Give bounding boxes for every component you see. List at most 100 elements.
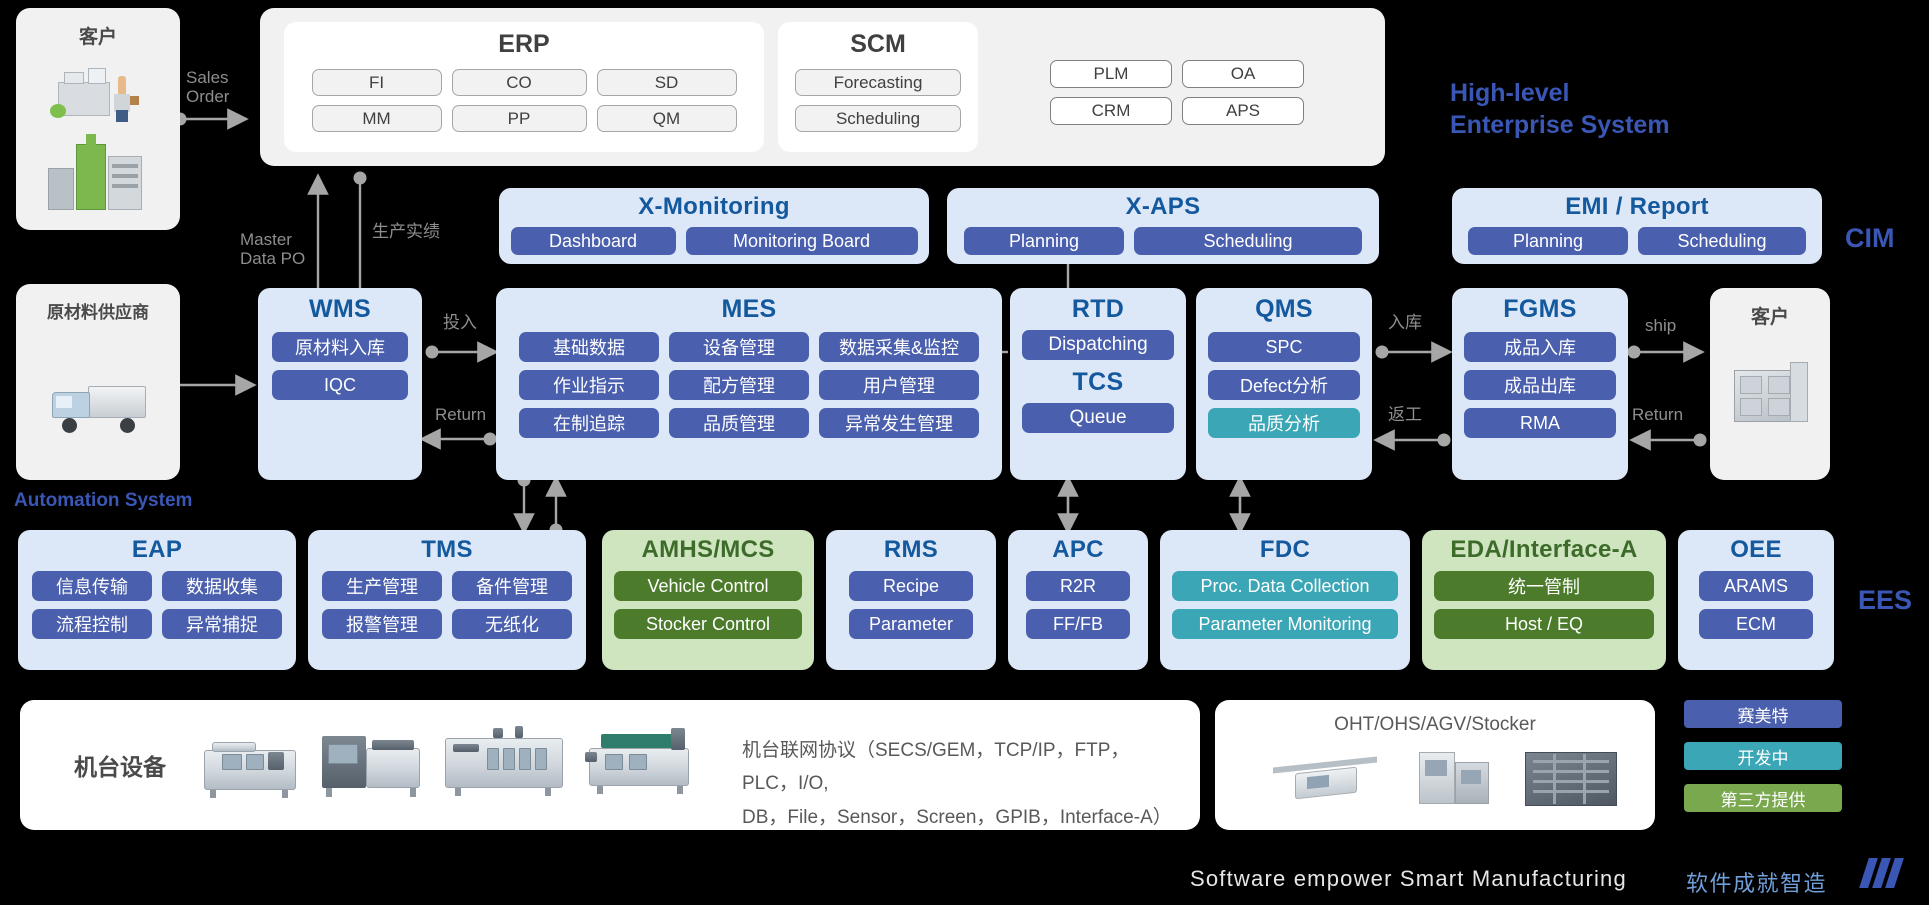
fgms-title: FGMS [1503,295,1577,323]
module-oee[interactable]: OEE ARAMS ECM [1678,530,1834,670]
label-production-actual: 生产实绩 [372,222,440,242]
chip-alarm-mgmt[interactable]: 报警管理 [322,609,442,639]
module-mes[interactable]: MES 基础数据 设备管理 数据采集&监控 作业指示 配方管理 用户管理 在制追… [496,288,1002,480]
module-amhs-mcs[interactable]: AMHS/MCS Vehicle Control Stocker Control [602,530,814,670]
chip-planning-aps[interactable]: Planning [964,227,1124,255]
chip-data-collection-eap[interactable]: 数据收集 [162,571,282,601]
module-fgms[interactable]: FGMS 成品入库 成品出库 RMA [1452,288,1628,480]
chip-dashboard[interactable]: Dashboard [510,227,676,255]
scm-chip-scheduling[interactable]: Scheduling [795,105,961,132]
plain-chip-plm[interactable]: PLM [1050,60,1172,88]
chip-r2r[interactable]: R2R [1026,571,1130,601]
chip-basic-data[interactable]: 基础数据 [519,332,659,362]
chip-quality-mgmt[interactable]: 品质管理 [669,408,809,438]
legend-chip-1[interactable]: 开发中 [1684,742,1842,770]
module-qms[interactable]: QMS SPC Defect分析 品质分析 [1196,288,1372,480]
rtd-title: RTD [1071,295,1125,323]
module-rms[interactable]: RMS Recipe Parameter [826,530,996,670]
customer-panel-left: 客户 [16,8,180,230]
cim-text: CIM [1845,223,1895,253]
label-return-left-text: Return [435,405,487,424]
chip-planning-emi[interactable]: Planning [1468,227,1628,255]
scm-chip-forecasting[interactable]: Forecasting [795,69,961,96]
chip-vehicle-control[interactable]: Vehicle Control [614,571,802,601]
erp-chip-qm[interactable]: QM [596,105,737,132]
rms-row-1: Recipe [826,571,996,601]
chip-scheduling-emi[interactable]: Scheduling [1638,227,1806,255]
chip-parameter[interactable]: Parameter [849,609,973,639]
module-x-aps[interactable]: X-APS Planning Scheduling [947,188,1379,264]
label-return-right-text: Return [1632,405,1684,424]
chip-parameter-monitoring[interactable]: Parameter Monitoring [1172,609,1398,639]
oee-title: OEE [1730,536,1782,563]
chip-fg-inbound[interactable]: 成品入库 [1464,332,1616,362]
plain-module-grid: PLM OA CRM APS [1050,60,1304,125]
chip-stocker-control[interactable]: Stocker Control [614,609,802,639]
ees-label: EES [1858,584,1912,618]
chip-production-mgmt[interactable]: 生产管理 [322,571,442,601]
brand-slashes-icon [1859,858,1904,888]
chip-exception-capture[interactable]: 异常捕捉 [162,609,282,639]
chip-quality-analysis[interactable]: 品质分析 [1208,408,1360,438]
module-wms[interactable]: WMS 原材料入库 IQC [258,288,422,480]
chip-data-collect-monitor[interactable]: 数据采集&监控 [819,332,979,362]
module-apc[interactable]: APC R2R FF/FB [1008,530,1148,670]
chip-queue[interactable]: Queue [1022,403,1174,433]
chip-ecm[interactable]: ECM [1699,609,1813,639]
erp-chip-sd[interactable]: SD [596,69,737,96]
plain-chip-crm[interactable]: CRM [1050,97,1172,125]
chip-host-eq[interactable]: Host / EQ [1434,609,1654,639]
erp-chip-co[interactable]: CO [451,69,587,96]
chip-recipe[interactable]: Recipe [849,571,973,601]
chip-scheduling-aps[interactable]: Scheduling [1134,227,1362,255]
chip-raw-material-in[interactable]: 原材料入库 [272,332,408,362]
module-eap[interactable]: EAP 信息传输 数据收集 流程控制 异常捕捉 [18,530,296,670]
chip-exception-mgmt[interactable]: 异常发生管理 [819,408,979,438]
legend-chip-2[interactable]: 第三方提供 [1684,784,1842,812]
chip-spc[interactable]: SPC [1208,332,1360,362]
footer-en: Software empower Smart Manufacturing [1190,866,1627,891]
chip-paperless[interactable]: 无纸化 [452,609,572,639]
chip-proc-data-collection[interactable]: Proc. Data Collection [1172,571,1398,601]
chip-monitoring-board[interactable]: Monitoring Board [685,227,918,255]
footer-cn: 软件成就智造 [1686,871,1828,896]
module-rtd-tcs[interactable]: RTD Dispatching TCS Queue [1010,288,1186,480]
chip-equipment-mgmt[interactable]: 设备管理 [669,332,809,362]
chip-ff-fb[interactable]: FF/FB [1026,609,1130,639]
plain-chip-aps[interactable]: APS [1182,97,1304,125]
tms-title: TMS [421,536,473,563]
module-eda-interface-a[interactable]: EDA/Interface-A 统一管制 Host / EQ [1422,530,1666,670]
chip-dispatching[interactable]: Dispatching [1022,330,1174,360]
chip-process-control[interactable]: 流程控制 [32,609,152,639]
emi-report-title: EMI / Report [1565,193,1709,220]
legend-chip-0[interactable]: 赛美特 [1684,700,1842,728]
label-inbound: 入库 [1388,313,1422,333]
eap-row-1: 信息传输 数据收集 [18,571,296,601]
module-x-monitoring[interactable]: X-Monitoring Dashboard Monitoring Board [499,188,929,264]
erp-chip-fi[interactable]: FI [311,69,442,96]
chip-user-mgmt[interactable]: 用户管理 [819,370,979,400]
module-tms[interactable]: TMS 生产管理 备件管理 报警管理 无纸化 [308,530,586,670]
chip-unified-control[interactable]: 统一管制 [1434,571,1654,601]
chip-recipe-mgmt[interactable]: 配方管理 [669,370,809,400]
label-input-text: 投入 [443,313,477,332]
chip-wip-tracking[interactable]: 在制追踪 [519,408,659,438]
erp-chip-pp[interactable]: PP [451,105,587,132]
chip-defect-analysis[interactable]: Defect分析 [1208,370,1360,400]
scm-row-2: Scheduling [778,105,978,132]
tms-row-2: 报警管理 无纸化 [308,609,586,639]
qms-title: QMS [1255,295,1313,323]
erp-title: ERP [498,30,550,58]
chip-iqc[interactable]: IQC [272,370,408,400]
machine-icon-4 [585,724,695,798]
module-emi-report[interactable]: EMI / Report Planning Scheduling [1452,188,1822,264]
plain-chip-oa[interactable]: OA [1182,60,1304,88]
chip-rma[interactable]: RMA [1464,408,1616,438]
module-fdc[interactable]: FDC Proc. Data Collection Parameter Moni… [1160,530,1410,670]
chip-spare-parts-mgmt[interactable]: 备件管理 [452,571,572,601]
chip-info-transfer[interactable]: 信息传输 [32,571,152,601]
chip-work-instruction[interactable]: 作业指示 [519,370,659,400]
chip-arams[interactable]: ARAMS [1699,571,1813,601]
chip-fg-outbound[interactable]: 成品出库 [1464,370,1616,400]
erp-chip-mm[interactable]: MM [311,105,442,132]
